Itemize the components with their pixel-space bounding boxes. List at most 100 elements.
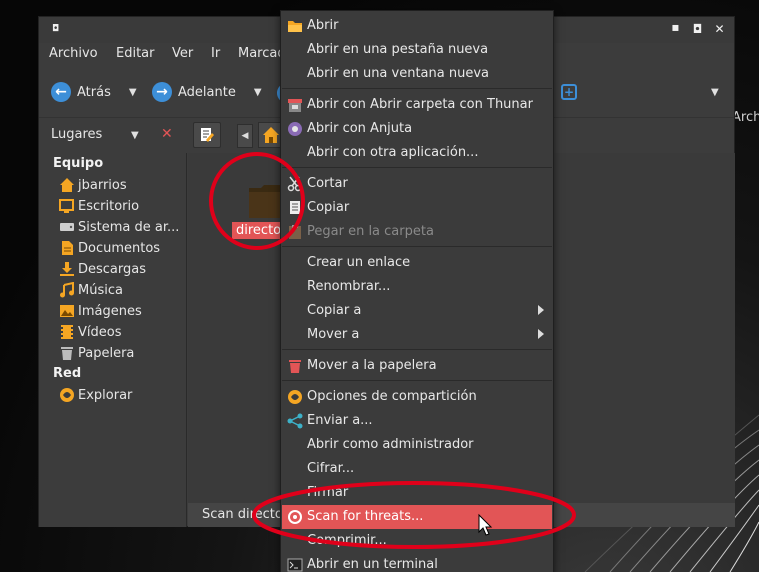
- menu-item-scan-threats[interactable]: Scan for threats...: [282, 505, 552, 529]
- sidebar-item-papelera[interactable]: Papelera: [59, 343, 187, 363]
- sidebar-item-label: Música: [78, 282, 123, 298]
- sidebar-section-equipo: Equipo: [53, 156, 104, 171]
- menu-marcadores[interactable]: Marcad: [238, 46, 286, 61]
- menu-item-crear-enlace[interactable]: Crear un enlace: [282, 251, 552, 275]
- menu-item-abrir[interactable]: Abrir: [282, 14, 552, 38]
- sidebar-item-jbarrios[interactable]: jbarrios: [59, 175, 187, 195]
- menu-separator: [282, 349, 552, 350]
- desktop-icon: [59, 199, 74, 213]
- sidebar-item-imagenes[interactable]: Imágenes: [59, 301, 187, 321]
- sidebar-item-videos[interactable]: Vídeos: [59, 322, 187, 342]
- forward-button[interactable]: → Adelante ▼: [152, 79, 262, 105]
- sidebar-item-label: Documentos: [78, 240, 161, 256]
- sidebar-item-sistema[interactable]: Sistema de ar...: [59, 217, 187, 237]
- sidebar-section-red: Red: [53, 366, 82, 381]
- menu-item-abrir-anjuta[interactable]: Abrir con Anjuta: [282, 117, 552, 141]
- sidebar-item-label: Vídeos: [78, 324, 122, 340]
- paste-icon: [289, 225, 301, 239]
- back-label: Atrás: [77, 84, 111, 100]
- status-text: Scan directo: [202, 507, 283, 522]
- menu-editar[interactable]: Editar: [116, 46, 155, 61]
- home-icon: [60, 178, 74, 192]
- menu-item-admin[interactable]: Abrir como administrador: [282, 433, 552, 457]
- sidebar-item-escritorio[interactable]: Escritorio: [59, 196, 187, 216]
- chevron-down-icon[interactable]: ▼: [254, 87, 262, 98]
- desktop-icon-label[interactable]: Archo: [732, 110, 759, 125]
- chevron-down-icon[interactable]: ▼: [129, 87, 137, 98]
- sidebar-item-label: Explorar: [78, 387, 133, 403]
- trash-icon: [61, 347, 73, 360]
- arrow-right-icon: →: [152, 82, 172, 102]
- menu-item-mover-papelera[interactable]: Mover a la papelera: [282, 354, 552, 378]
- sidebar-item-explorar[interactable]: Explorar: [59, 385, 187, 405]
- new-tab-icon[interactable]: +: [561, 84, 577, 100]
- menu-item-terminal[interactable]: Abrir en un terminal: [282, 553, 552, 572]
- menu-item-comprimir[interactable]: Comprimir...: [282, 529, 552, 553]
- menu-item-mover-a[interactable]: Mover a: [282, 323, 552, 347]
- edit-location-button[interactable]: [193, 122, 221, 148]
- menu-separator: [282, 167, 552, 168]
- menu-item-abrir-thunar[interactable]: Abrir con Abrir carpeta con Thunar: [282, 93, 552, 117]
- menu-item-copiar-a[interactable]: Copiar a: [282, 299, 552, 323]
- close-icon[interactable]: ✕: [713, 23, 726, 36]
- menu-separator: [282, 88, 552, 89]
- edit-location-icon: [201, 128, 214, 142]
- forward-label: Adelante: [178, 84, 236, 100]
- menu-separator: [282, 246, 552, 247]
- menu-separator: [282, 380, 552, 381]
- places-dropdown-icon[interactable]: ▼: [131, 130, 139, 141]
- menu-item-cifrar[interactable]: Cifrar...: [282, 457, 552, 481]
- menu-item-firmar[interactable]: Firmar: [282, 481, 552, 505]
- maximize-icon[interactable]: ◘: [691, 23, 704, 36]
- sidebar-item-label: jbarrios: [78, 177, 127, 193]
- folder-open-icon: [288, 21, 302, 32]
- sidebar-item-label: Papelera: [78, 345, 135, 361]
- sidebar-item-documentos[interactable]: Documentos: [59, 238, 187, 258]
- menu-item-copiar[interactable]: Copiar: [282, 196, 552, 220]
- context-menu: Abrir Abrir en una pestaña nueva Abrir e…: [280, 10, 554, 572]
- share-options-icon: [288, 390, 302, 404]
- video-icon: [61, 325, 73, 339]
- sidebar-item-label: Sistema de ar...: [78, 219, 180, 235]
- menu-archivo[interactable]: Archivo: [49, 46, 98, 61]
- minimize-icon[interactable]: ▪: [669, 21, 682, 34]
- drive-icon: [60, 223, 74, 231]
- menu-item-renombrar[interactable]: Renombrar...: [282, 275, 552, 299]
- menu-item-abrir-pestana[interactable]: Abrir en una pestaña nueva: [282, 38, 552, 62]
- sidebar: Equipo jbarrios Escritorio Sistema de ar…: [39, 153, 187, 527]
- network-icon: [60, 388, 74, 402]
- sidebar-item-label: Descargas: [78, 261, 147, 277]
- arrow-left-icon: ←: [51, 82, 71, 102]
- share-icon: [287, 413, 303, 429]
- toolbar-overflow-icon[interactable]: ▼: [711, 87, 719, 98]
- folder-icon[interactable]: [248, 183, 282, 219]
- virus-scan-icon: [288, 510, 302, 524]
- path-home-button[interactable]: [258, 122, 282, 148]
- sidebar-item-label: Escritorio: [78, 198, 140, 214]
- trash-icon: [289, 360, 301, 373]
- sidebar-item-label: Imágenes: [78, 303, 142, 319]
- copy-icon: [290, 201, 300, 214]
- thunar-icon: [288, 99, 302, 112]
- close-sidebar-icon[interactable]: ✕: [161, 126, 173, 142]
- menu-item-abrir-ventana[interactable]: Abrir en una ventana nueva: [282, 62, 552, 86]
- submenu-arrow-icon: [538, 329, 544, 339]
- menu-item-abrir-otra[interactable]: Abrir con otra aplicación...: [282, 141, 552, 165]
- menu-item-pegar[interactable]: Pegar en la carpeta: [282, 220, 552, 244]
- menu-ver[interactable]: Ver: [172, 46, 193, 61]
- file-name-label[interactable]: directo: [232, 222, 286, 239]
- path-scroll-left-icon[interactable]: ◀: [237, 124, 253, 148]
- submenu-arrow-icon: [538, 305, 544, 315]
- image-icon: [60, 305, 74, 317]
- menu-item-cortar[interactable]: Cortar: [282, 172, 552, 196]
- menu-item-enviar[interactable]: Enviar a...: [282, 409, 552, 433]
- sidebar-item-musica[interactable]: Música: [59, 280, 187, 300]
- back-button[interactable]: ← Atrás ▼: [51, 79, 137, 105]
- sidebar-item-descargas[interactable]: Descargas: [59, 259, 187, 279]
- document-folder-icon: [62, 241, 73, 255]
- places-label: Lugares: [51, 127, 103, 142]
- window-menu-icon[interactable]: ◘: [49, 23, 62, 36]
- music-icon: [60, 282, 74, 298]
- menu-item-compartir[interactable]: Opciones de compartición: [282, 385, 552, 409]
- menu-ir[interactable]: Ir: [211, 46, 220, 61]
